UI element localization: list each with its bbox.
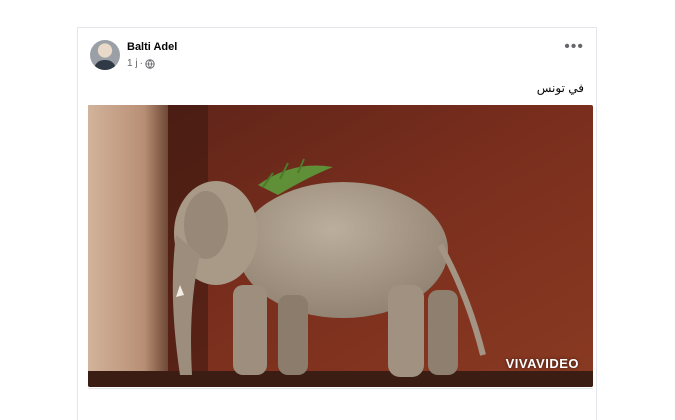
post-text: في تونس [536,81,584,95]
post-card: Balti Adel 1 j · ••• في تونس VIVAVIDEO [77,27,597,420]
post-divider [88,388,593,389]
post-meta: 1 j · [127,58,155,69]
floor [88,371,593,387]
elephant-leg-back-left [388,285,424,377]
elephant-leg-front-left [233,285,267,375]
more-options-icon[interactable]: ••• [564,39,584,55]
elephant-leg-back-right [428,290,458,375]
author-avatar[interactable] [90,40,120,70]
post-photo[interactable]: VIVAVIDEO [88,105,593,387]
globe-icon[interactable] [145,58,155,69]
left-wall [88,105,168,387]
elephant-photo [88,105,593,387]
avatar-figure [94,60,116,70]
author-name[interactable]: Balti Adel [127,41,177,53]
post-time[interactable]: 1 j [127,58,138,69]
vivavideo-watermark: VIVAVIDEO [505,356,579,371]
meta-separator: · [139,58,143,69]
elephant-leg-front-right [278,295,308,375]
